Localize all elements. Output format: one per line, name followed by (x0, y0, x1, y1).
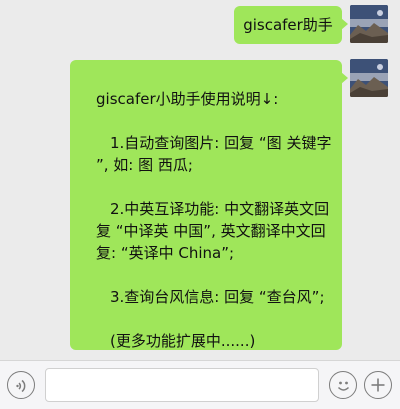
emoji-icon (337, 381, 350, 391)
message-input[interactable] (45, 368, 319, 402)
add-button[interactable] (364, 371, 392, 399)
message-line: 3.查询台风信息: 回复 “查台风”; (110, 288, 325, 306)
message-bubble[interactable]: giscafer助手 (234, 6, 348, 44)
user-avatar[interactable] (350, 59, 388, 97)
user-avatar[interactable] (350, 5, 388, 43)
message-line: 1.自动查询图片: 回复 “图 关键字 (110, 134, 332, 152)
message-text: giscafer助手 (243, 16, 333, 34)
message-line: giscafer小助手使用说明↓: (96, 90, 279, 108)
emoji-button[interactable] (329, 371, 357, 399)
message-bubble[interactable]: giscafer小助手使用说明↓: 1.自动查询图片: 回复 “图 关键字 ”,… (70, 60, 348, 350)
voice-button[interactable] (7, 371, 35, 399)
chat-area: giscafer助手 giscafer小助手使用说明↓: 1.自动查询图片: 回… (0, 0, 400, 360)
message-line: ”, 如: 图 西瓜; (96, 156, 193, 174)
avatar-landscape-image (350, 59, 388, 97)
voice-icon (16, 379, 26, 393)
avatar-landscape-image (350, 5, 388, 43)
message-line: (更多功能扩展中......) (110, 332, 256, 350)
message-line: 2.中英互译功能: 中文翻译英文回 (110, 200, 330, 218)
message-line: 复 “中译英 中国”, 英文翻译中文回 (96, 222, 326, 240)
message-line: 复: “英译中 China”; (96, 244, 235, 262)
plus-icon (371, 378, 385, 392)
input-toolbar (0, 360, 400, 409)
